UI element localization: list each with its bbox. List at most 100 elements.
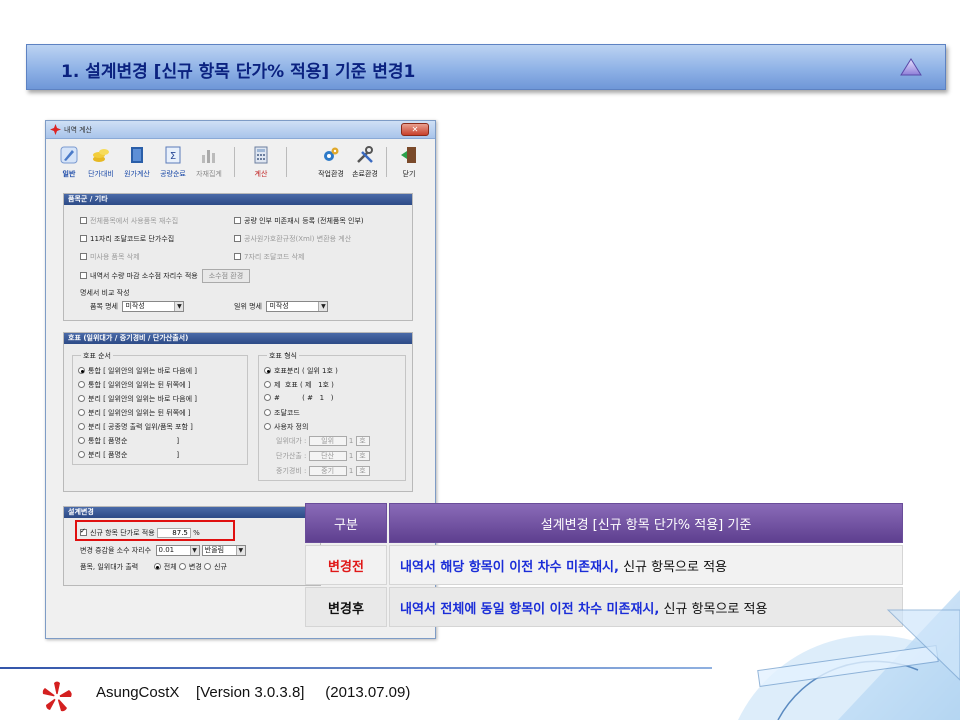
option-label: 공량 인부 미존재시 등록 (전체품목 인부)	[244, 217, 364, 225]
decimal-setting: 변경 증감율 소수 자리수 0.01 ▼ 반올림 ▼	[80, 545, 246, 556]
round-select[interactable]: 반올림 ▼	[201, 545, 246, 556]
opt-11digit[interactable]: 11자리 조달코드로 단가수집	[80, 234, 174, 244]
unit-spec-select[interactable]: 미작성 ▼	[266, 301, 329, 312]
pencil-icon	[60, 146, 78, 164]
custom-value-input[interactable]: 단산	[308, 451, 347, 461]
format-radio-4[interactable]: 조달코드	[264, 408, 300, 418]
format-radio-3[interactable]: # ( # 1 )	[264, 394, 333, 402]
checkbox[interactable]	[80, 272, 87, 279]
radio-change[interactable]	[178, 563, 186, 570]
order-radio-1[interactable]: 통합 [ 일위안의 일위는 바로 다음에 ]	[78, 366, 197, 376]
panel-items-misc: 품목군 / 기타 전체품목에서 사용품목 재수집 공량 인부 미존재시 등록 (…	[63, 193, 413, 321]
option-label: 7자리 조달코드 삭제	[244, 253, 305, 261]
option-label: 분리 [ 품명순 ]	[88, 451, 180, 459]
radio[interactable]	[78, 395, 85, 402]
table-row: 변경전 내역서 해당 항목이 이전 차수 미존재시, 신규 항목으로 적용	[305, 545, 903, 587]
unit-spec-value: 미작성	[269, 302, 289, 310]
panel-design-change: 설계변경 신규 항목 단가로 적용 87.5 % 변경 증감율 소수 자리수 0…	[63, 506, 321, 586]
triangle-up-icon[interactable]	[899, 56, 923, 78]
radio[interactable]	[264, 381, 271, 388]
custom-unit-input[interactable]: 호	[355, 466, 370, 476]
row-label-before: 변경전	[305, 545, 387, 585]
option-label: 분리 [ 일위안의 일위는 바로 다음에 ]	[88, 395, 197, 403]
desc-emphasis: 내역서 전체에 동일 항목이 이전 차수 미존재시,	[400, 601, 660, 617]
radio[interactable]	[78, 437, 85, 444]
header-col-criteria: 설계변경 [신규 항목 단가% 적용] 기준	[389, 503, 903, 543]
decimal-label: 변경 증감율 소수 자리수	[80, 546, 152, 555]
radio[interactable]	[264, 423, 271, 430]
radio[interactable]	[264, 409, 271, 416]
tool-calculate[interactable]: 계산	[244, 145, 278, 179]
custom-value-input[interactable]: 중기	[308, 466, 347, 476]
radio[interactable]	[78, 451, 85, 458]
checkbox[interactable]	[234, 253, 241, 260]
custom-unit-input[interactable]: 호	[355, 436, 370, 446]
page-title: 1. 설계변경 [신규 항목 단가% 적용] 기준 변경1	[61, 62, 416, 82]
close-button[interactable]: ✕	[401, 123, 429, 136]
title-banner: 1. 설계변경 [신규 항목 단가% 적용] 기준 변경1	[26, 44, 946, 90]
custom-unit-input[interactable]: 호	[355, 451, 370, 461]
format-radio-1[interactable]: 호표분리 ( 일위 1호 )	[264, 366, 338, 376]
panel-header: 품목군 / 기타	[64, 194, 412, 205]
opt-all-items[interactable]: 전체품목에서 사용품목 재수집	[80, 216, 178, 226]
ledger-icon	[131, 147, 143, 163]
opt-decimal[interactable]: 내역서 수량 마감 소수점 자리수 적용 소수점 환경	[80, 269, 251, 283]
checkbox[interactable]	[234, 235, 241, 242]
radio[interactable]	[78, 423, 85, 430]
toolbar-separator	[234, 147, 235, 177]
checkbox[interactable]	[80, 217, 87, 224]
order-radio-2[interactable]: 통합 [ 일위안의 일위는 뒨 뒤쪽에 ]	[78, 380, 191, 390]
tool-close[interactable]: 닫기	[392, 145, 426, 179]
decimal-select[interactable]: 0.01 ▼	[155, 545, 200, 556]
tool-labor[interactable]: Σ 공량순료	[156, 145, 190, 179]
opt-labor[interactable]: 공량 인부 미존재시 등록 (전체품목 인부)	[234, 216, 364, 226]
unit-spec: 일위 명세 미작성 ▼	[234, 301, 329, 312]
opt-unused[interactable]: 미사용 품목 삭제	[80, 252, 140, 262]
item-spec-select[interactable]: 미작성 ▼	[122, 301, 185, 312]
tool-cost-calc[interactable]: 원가계산	[120, 145, 154, 179]
panel-header: 설계변경	[64, 507, 320, 518]
checkbox[interactable]	[80, 253, 87, 260]
table-header-row: 구분 설계변경 [신규 항목 단가% 적용] 기준	[305, 503, 903, 545]
order-radio-5[interactable]: 분리 [ 공종명 출력 일위/품목 포함 ]	[78, 422, 193, 432]
order-radio-7[interactable]: 분리 [ 품명순 ]	[78, 450, 179, 460]
checkbox[interactable]	[80, 235, 87, 242]
radio[interactable]	[78, 367, 85, 374]
format-radio-5[interactable]: 사용자 정의	[264, 422, 308, 432]
tool-rental-env[interactable]: 손료환경	[348, 145, 382, 179]
radio-all[interactable]	[153, 563, 161, 570]
custom-value-input[interactable]: 일위	[308, 436, 347, 446]
format-radio-2[interactable]: 제 호표 ( 제 1호 )	[264, 380, 334, 390]
panel-hopyo: 호표 (일위대가 / 중기경비 / 단가산출서) 호표 순서 통합 [ 일위안의…	[63, 332, 413, 492]
tool-label: 계산	[254, 170, 268, 178]
tool-label: 자재집계	[196, 170, 222, 178]
radio-new[interactable]	[204, 563, 212, 570]
tools-icon	[357, 146, 373, 163]
app-logo-icon	[50, 124, 61, 135]
calculator-icon	[254, 146, 268, 164]
radio[interactable]	[78, 409, 85, 416]
item-spec: 품목 명세 미작성 ▼	[90, 301, 185, 312]
header-col-category: 구분	[305, 503, 387, 543]
order-radio-6[interactable]: 통합 [ 품명순 ]	[78, 436, 179, 446]
tool-material[interactable]: 자재집계	[192, 145, 226, 179]
order-radio-3[interactable]: 분리 [ 일위안의 일위는 바로 다음에 ]	[78, 394, 197, 404]
asung-logo-icon	[42, 681, 72, 712]
tool-price-compare[interactable]: 단가대비	[84, 145, 118, 179]
custom-num: 1	[348, 467, 354, 475]
option-label: # ( # 1 )	[274, 394, 334, 402]
checkbox[interactable]	[234, 217, 241, 224]
exit-door-icon	[401, 147, 416, 163]
custom-label: 일위대가 :	[276, 437, 307, 445]
radio[interactable]	[264, 367, 271, 374]
order-radio-4[interactable]: 분리 [ 일위안의 일위는 뒨 뒤쪽에 ]	[78, 408, 191, 418]
radio[interactable]	[264, 394, 271, 401]
tool-work-env[interactable]: 작업환경	[314, 145, 348, 179]
group-label: 호표 순서	[81, 351, 113, 361]
radio[interactable]	[78, 381, 85, 388]
opt-7digit[interactable]: 7자리 조달코드 삭제	[234, 252, 304, 262]
opt-cost[interactable]: 공사원가호환규정(Xml) 변환용 계산	[234, 234, 351, 244]
decimal-env-button[interactable]: 소수점 환경	[201, 269, 251, 283]
tool-general[interactable]: 일반	[52, 145, 86, 179]
option-label: 11자리 조달코드로 단가수집	[90, 235, 175, 243]
